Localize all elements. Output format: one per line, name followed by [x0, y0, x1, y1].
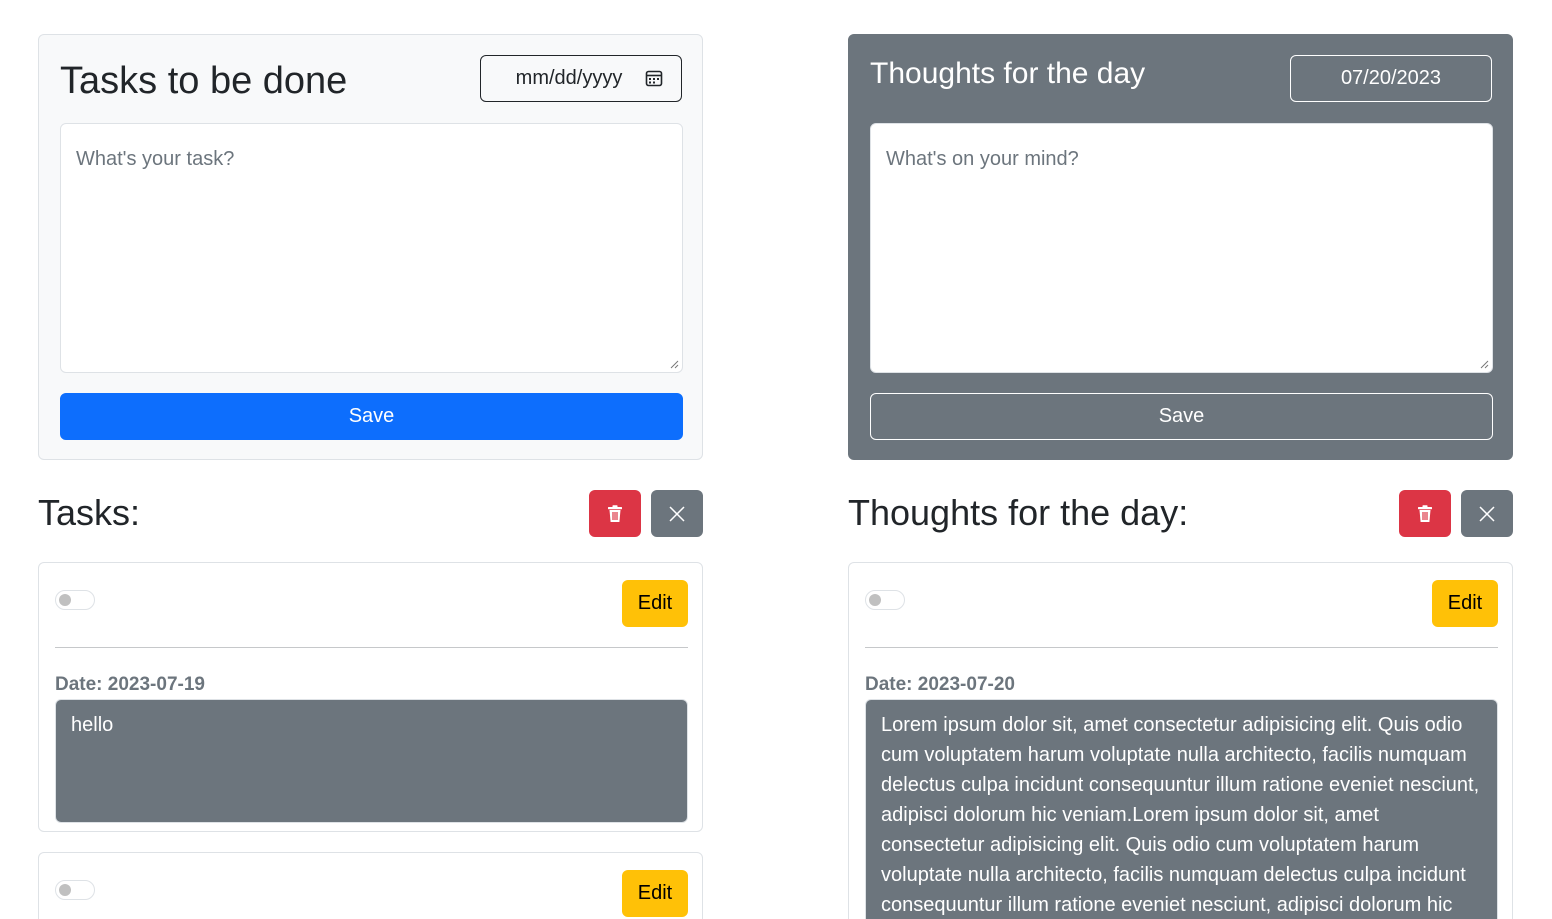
thought-textarea[interactable]: What's on your mind?: [870, 123, 1493, 373]
task-card: Edit: [38, 852, 703, 919]
tasks-save-button[interactable]: Save: [60, 393, 683, 440]
task-complete-toggle[interactable]: [55, 590, 95, 610]
tasks-form-card: Tasks to be done mm/dd/yyyy What's your …: [38, 34, 703, 460]
tasks-form-title: Tasks to be done: [60, 60, 348, 102]
thoughts-heading: Thoughts for the day:: [848, 492, 1189, 533]
tasks-delete-all-button[interactable]: [589, 490, 641, 537]
close-icon: [669, 505, 685, 522]
date-placeholder: mm/dd/yyyy: [515, 67, 623, 89]
thought-textarea-placeholder: What's on your mind?: [886, 148, 1079, 170]
tasks-date-input[interactable]: mm/dd/yyyy: [480, 55, 682, 102]
trash-icon: [608, 504, 622, 522]
thoughts-date-input[interactable]: 07/20/2023: [1290, 55, 1492, 102]
thoughts-form-title: Thoughts for the day: [870, 57, 1146, 90]
thought-date-label: Date: 2023-07-20: [865, 674, 1015, 695]
task-edit-button[interactable]: Edit: [622, 870, 688, 917]
thought-content: Lorem ipsum dolor sit, amet consectetur …: [865, 699, 1498, 919]
tasks-heading: Tasks:: [38, 492, 141, 533]
thoughts-form-card: Thoughts for the day 07/20/2023 What's o…: [848, 34, 1513, 460]
thought-card: Edit Date: 2023-07-20 Lorem ipsum dolor …: [848, 562, 1513, 919]
calendar-icon[interactable]: [645, 69, 663, 87]
task-textarea-placeholder: What's your task?: [76, 148, 235, 170]
thoughts-delete-all-button[interactable]: [1399, 490, 1451, 537]
trash-icon: [1418, 504, 1432, 522]
thoughts-save-button[interactable]: Save: [870, 393, 1493, 440]
task-edit-button[interactable]: Edit: [622, 580, 688, 627]
toggle-knob: [869, 594, 881, 606]
resize-grip-icon[interactable]: [670, 360, 679, 369]
task-date-label: Date: 2023-07-19: [55, 674, 205, 695]
task-card: Edit Date: 2023-07-19 hello: [38, 562, 703, 832]
task-content: hello: [55, 699, 688, 823]
toggle-knob: [59, 594, 71, 606]
resize-grip-icon[interactable]: [1480, 360, 1489, 369]
task-divider: [55, 647, 688, 648]
close-icon: [1479, 505, 1495, 522]
thought-edit-button[interactable]: Edit: [1432, 580, 1498, 627]
toggle-knob: [59, 884, 71, 896]
thought-complete-toggle[interactable]: [865, 590, 905, 610]
task-textarea[interactable]: What's your task?: [60, 123, 683, 373]
thought-divider: [865, 647, 1498, 648]
tasks-clear-button[interactable]: [651, 490, 703, 537]
thoughts-clear-button[interactable]: [1461, 490, 1513, 537]
task-complete-toggle[interactable]: [55, 880, 95, 900]
